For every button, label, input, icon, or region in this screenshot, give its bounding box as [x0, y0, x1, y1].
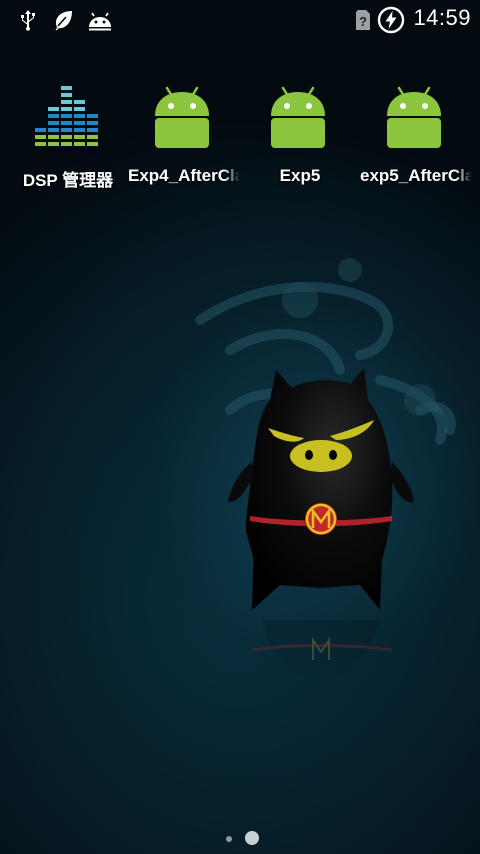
- android-icon: [147, 82, 217, 152]
- page-indicator[interactable]: [0, 826, 480, 850]
- app-label: DSP 管理器: [22, 171, 114, 190]
- page-dot-1: [226, 836, 232, 842]
- wallpaper: [0, 240, 480, 800]
- pig-reflection: [251, 620, 393, 680]
- app-label: exp5_AfterClas: [360, 166, 472, 185]
- usb-icon: [16, 8, 40, 32]
- app-exp5[interactable]: Exp5: [240, 78, 356, 198]
- page-dot-2-active: [245, 831, 259, 845]
- battery-charging-icon: [377, 6, 405, 34]
- app-exp4-afterclass[interactable]: Exp4_AfterClas: [124, 78, 240, 198]
- pig-mascot: [228, 368, 414, 610]
- app-label: Exp5: [279, 166, 321, 185]
- equalizer-icon: [31, 82, 101, 152]
- app-exp5-afterclass[interactable]: exp5_AfterClas: [356, 78, 472, 198]
- app-dsp-manager[interactable]: DSP 管理器: [8, 78, 124, 198]
- status-bar: ? 14:59: [0, 0, 480, 40]
- app-label: Exp4_AfterClas: [128, 166, 240, 185]
- clock-time: 14:59: [413, 5, 471, 30]
- android-icon: [263, 82, 333, 152]
- svg-text:?: ?: [359, 14, 367, 29]
- no-sim-icon: ?: [354, 8, 372, 32]
- android-debug-icon: [86, 8, 114, 32]
- leaf-icon: [52, 8, 76, 32]
- home-app-row: DSP 管理器 Exp4_AfterClas Exp5 exp5_AfterCl…: [0, 78, 480, 198]
- android-icon: [379, 82, 449, 152]
